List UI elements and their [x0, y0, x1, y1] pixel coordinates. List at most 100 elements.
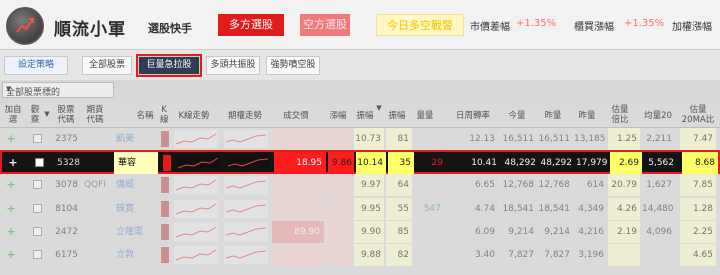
tab-long-trend[interactable]: 多頭共振股 [206, 56, 260, 75]
market-spread-value: +1.35% [516, 18, 557, 29]
k-trend-sparkline [174, 200, 218, 218]
volume-ratio: 2.69 [610, 152, 642, 174]
add-to-watchlist-icon[interactable]: + [6, 244, 16, 266]
col-add[interactable]: 加自選 [2, 105, 24, 125]
watch-checkbox[interactable] [33, 180, 42, 189]
long-picks-button[interactable]: 多方選股 [218, 14, 284, 36]
stock-code: 5328 [57, 158, 80, 168]
stock-universe-select[interactable]: 全部股票標的 ▼ [2, 82, 114, 98]
table-row[interactable]: +2375 凱美 10.73 81 12.13 16,511 16,511 13,185 1.2… [0, 128, 720, 150]
col-volume-count[interactable]: 量量 [414, 111, 436, 121]
tab-volume-surge[interactable]: 巨量急拉股 [136, 54, 202, 77]
kchart-icon[interactable] [161, 224, 169, 240]
results-table: 加自選 觀察 ▼ 股票代碼 期貨代碼 名稱 K線 K線走勢 期權走勢 成交價 漲… [0, 103, 720, 275]
stock-name[interactable]: 凱美 [112, 128, 156, 150]
stock-name[interactable]: 僑威 [112, 174, 156, 196]
amplitude: 10.14 [356, 152, 386, 174]
volume-3: 614 [586, 180, 604, 190]
col-code[interactable]: 股票代碼 [56, 105, 76, 125]
volume-count [414, 244, 444, 266]
volume-ratio-20ma: 2.25 [680, 221, 716, 243]
today-volume: 16,511 [502, 134, 535, 144]
volume-ratio [608, 244, 640, 266]
col-price[interactable]: 成交價 [270, 111, 322, 121]
intraday-sparkline [224, 246, 268, 264]
change-pct [326, 221, 352, 243]
kchart-icon[interactable] [161, 201, 169, 217]
volume-3: 4,216 [578, 227, 604, 237]
col-volume-2[interactable]: 昨量 [540, 111, 566, 121]
col-volume-3[interactable]: 昨量 [574, 111, 600, 121]
watch-checkbox[interactable] [35, 158, 44, 167]
table-row[interactable]: +5328 華容 18.95 9.86 10.14 35 29 10.41 48,292 48,2… [0, 150, 720, 174]
turnover-rate: 4.74 [474, 204, 495, 214]
col-avg20[interactable]: 均量20 [642, 111, 674, 121]
k-trend-sparkline [174, 130, 218, 148]
watch-checkbox[interactable] [33, 250, 42, 259]
today-volume: 18,541 [502, 204, 535, 214]
add-to-watchlist-icon[interactable]: + [6, 198, 16, 220]
stock-name[interactable]: 華容 [114, 152, 158, 174]
volume-2: 7,827 [544, 250, 570, 260]
stock-code: 6175 [55, 250, 78, 260]
table-row[interactable]: +2472 立隆電 89.90 9.90 85 6.09 9,214 9,214 4,216 2.… [0, 221, 720, 243]
col-volume-ratio[interactable]: 估量倍比 [608, 105, 632, 125]
tab-strong-short[interactable]: 強勢噴空股 [266, 56, 320, 75]
col-futures[interactable]: 期貨代碼 [84, 105, 106, 125]
col-change[interactable]: 漲幅 [326, 111, 350, 121]
table-row[interactable]: +6175 立敦 9.88 82 3.40 7,827 7,827 3,196 4.65 [0, 244, 720, 266]
col-amplitude[interactable]: 振幅 [354, 111, 376, 121]
col-turnover[interactable]: 日周轉率 [448, 111, 498, 121]
watch-checkbox[interactable] [33, 134, 42, 143]
table-row[interactable]: +3078 QQFI 僑威 9.97 64 6.65 12,768 12,768 614 20.7… [0, 174, 720, 196]
stock-name[interactable]: 立敦 [112, 244, 156, 266]
turnover-rate: 6.65 [474, 180, 495, 190]
avg-volume-20: 1,627 [646, 180, 672, 190]
change-pct [326, 174, 352, 196]
table-row[interactable]: +8104 錸寶 9.95 55 547 4.74 18,541 18,541 4,349 4.2… [0, 198, 720, 220]
stock-name[interactable]: 錸寶 [112, 198, 156, 220]
col-today-volume[interactable]: 今量 [504, 111, 530, 121]
volume-count [414, 128, 444, 150]
today-volume: 7,827 [508, 250, 534, 260]
intraday-sparkline [224, 130, 268, 148]
add-to-watchlist-icon[interactable]: + [8, 152, 18, 174]
add-to-watchlist-icon[interactable]: + [6, 221, 16, 243]
amplitude-2: 35 [388, 152, 414, 174]
kchart-icon[interactable] [161, 247, 169, 263]
kchart-icon[interactable] [161, 131, 169, 147]
col-trend[interactable]: K線走勢 [172, 111, 216, 121]
watch-checkbox[interactable] [33, 204, 42, 213]
amplitude: 10.73 [354, 128, 384, 150]
col-name[interactable]: 名稱 [125, 111, 165, 121]
tab-settings[interactable]: 設定策略 [4, 56, 68, 75]
col-watch[interactable]: 觀察 [28, 105, 42, 125]
today-volume: 48,292 [504, 158, 537, 168]
add-to-watchlist-icon[interactable]: + [6, 174, 16, 196]
watch-checkbox[interactable] [33, 227, 42, 236]
app-subtitle: 選股快手 [148, 22, 192, 35]
stock-name[interactable]: 立隆電 [112, 221, 156, 243]
k-trend-sparkline [174, 223, 218, 241]
kchart-icon[interactable] [163, 155, 171, 171]
app-header: 順流小軍 選股快手 多方選股 空方選股 今日多空戰警 市價差幅 +1.35% 櫃… [0, 0, 720, 50]
futures-code [84, 198, 106, 220]
last-price [272, 174, 324, 196]
today-alert-button[interactable]: 今日多空戰警 [376, 14, 464, 36]
col-amplitude-2[interactable]: 振幅 [386, 111, 408, 121]
amplitude: 9.97 [354, 174, 384, 196]
amplitude-2: 64 [386, 174, 412, 196]
short-picks-button[interactable]: 空方選股 [300, 14, 350, 36]
chevron-down-icon: ▼ [6, 85, 12, 93]
col-intraday[interactable]: 期權走勢 [220, 111, 270, 121]
amplitude: 9.90 [354, 221, 384, 243]
add-to-watchlist-icon[interactable]: + [6, 128, 16, 150]
kchart-icon[interactable] [161, 177, 169, 193]
sort-desc-icon[interactable]: ▼ [375, 103, 383, 113]
col-kchart[interactable]: K線 [160, 105, 169, 125]
last-price [272, 244, 324, 266]
sort-arrow-icon[interactable]: ▼ [43, 109, 51, 119]
tab-all-stocks[interactable]: 全部股票 [82, 56, 132, 75]
col-ratio20[interactable]: 估量20MA比 [680, 105, 716, 125]
k-trend-sparkline [176, 154, 220, 172]
